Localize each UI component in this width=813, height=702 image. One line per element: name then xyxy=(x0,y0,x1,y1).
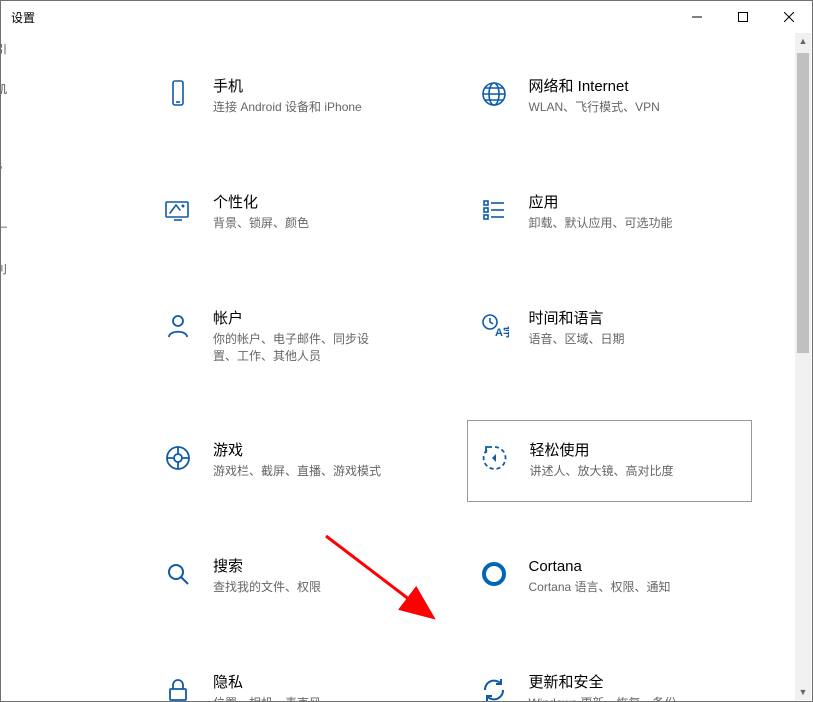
window-title: 设置 xyxy=(1,9,674,26)
item-label: 更新和安全 xyxy=(529,673,677,693)
svg-text:A字: A字 xyxy=(495,325,509,339)
item-desc: Cortana 语言、权限、通知 xyxy=(529,579,671,596)
item-desc: WLAN、飞行模式、VPN xyxy=(529,99,660,116)
titlebar: 设置 xyxy=(1,1,812,33)
minimize-button[interactable] xyxy=(674,1,720,33)
settings-item-personal[interactable]: 个性化背景、锁屏、颜色 xyxy=(151,187,437,239)
settings-item-search[interactable]: 搜索查找我的文件、权限 xyxy=(151,551,437,603)
network-icon xyxy=(477,77,511,111)
phone-icon xyxy=(161,77,195,111)
item-desc: 背景、锁屏、颜色 xyxy=(213,215,309,232)
close-button[interactable] xyxy=(766,1,812,33)
item-label: 搜索 xyxy=(213,557,321,577)
ease-icon xyxy=(478,441,512,475)
item-desc: 你的帐户、电子邮件、同步设置、工作、其他人员 xyxy=(213,331,383,365)
settings-item-time[interactable]: A字 时间和语言语音、区域、日期 xyxy=(467,303,753,371)
item-desc: 卸载、默认应用、可选功能 xyxy=(529,215,673,232)
settings-item-accounts[interactable]: 帐户你的帐户、电子邮件、同步设置、工作、其他人员 xyxy=(151,303,437,371)
item-label: 个性化 xyxy=(213,193,309,213)
item-desc: 游戏栏、截屏、直播、游戏模式 xyxy=(213,463,381,480)
scroll-down-arrow-icon[interactable]: ▼ xyxy=(795,684,811,700)
apps-icon xyxy=(477,193,511,227)
privacy-icon xyxy=(161,673,195,702)
settings-item-ease[interactable]: 轻松使用讲述人、放大镜、高对比度 xyxy=(467,420,753,502)
time-icon: A字 xyxy=(477,309,511,343)
scroll-up-arrow-icon[interactable]: ▲ xyxy=(795,33,811,49)
settings-item-update[interactable]: 更新和安全 Windows 更新、恢复、备份 xyxy=(467,667,753,702)
settings-item-phone[interactable]: 手机连接 Android 设备和 iPhone xyxy=(151,71,437,123)
settings-item-apps[interactable]: 应用卸载、默认应用、可选功能 xyxy=(467,187,753,239)
item-desc: 查找我的文件、权限 xyxy=(213,579,321,596)
item-label: 游戏 xyxy=(213,441,381,461)
scroll-thumb[interactable] xyxy=(797,53,809,353)
item-label: 手机 xyxy=(213,77,362,97)
item-label: 时间和语言 xyxy=(529,309,625,329)
settings-item-network[interactable]: 网络和 Internet WLAN、飞行模式、VPN xyxy=(467,71,753,123)
item-desc: 讲述人、放大镜、高对比度 xyxy=(530,463,674,480)
item-label: Cortana xyxy=(529,557,671,577)
vertical-scrollbar[interactable]: ▲ ▼ xyxy=(795,33,811,700)
item-label: 网络和 Internet xyxy=(529,77,660,97)
edge-artifacts: 引 肌 6 — 刂 xyxy=(0,1,8,701)
settings-window: 设置 手机连接 Android 设备和 iPhone 网络和 Internet WL… xyxy=(0,0,813,702)
item-label: 隐私 xyxy=(213,673,321,693)
item-label: 应用 xyxy=(529,193,673,213)
settings-item-cortana[interactable]: Cortana Cortana 语言、权限、通知 xyxy=(467,551,753,603)
item-desc: 语音、区域、日期 xyxy=(529,331,625,348)
settings-item-privacy[interactable]: 隐私位置、相机、麦克风 xyxy=(151,667,437,702)
search-icon xyxy=(161,557,195,591)
item-desc: Windows 更新、恢复、备份 xyxy=(529,695,677,702)
item-desc: 位置、相机、麦克风 xyxy=(213,695,321,702)
item-desc: 连接 Android 设备和 iPhone xyxy=(213,99,362,116)
update-icon xyxy=(477,673,511,702)
gaming-icon xyxy=(161,441,195,475)
settings-item-gaming[interactable]: 游戏游戏栏、截屏、直播、游戏模式 xyxy=(151,435,437,487)
maximize-button[interactable] xyxy=(720,1,766,33)
item-label: 帐户 xyxy=(213,309,383,329)
settings-grid: 手机连接 Android 设备和 iPhone 网络和 Internet WLAN、… xyxy=(151,71,752,702)
accounts-icon xyxy=(161,309,195,343)
item-label: 轻松使用 xyxy=(530,441,674,461)
personal-icon xyxy=(161,193,195,227)
cortana-icon xyxy=(477,557,511,591)
